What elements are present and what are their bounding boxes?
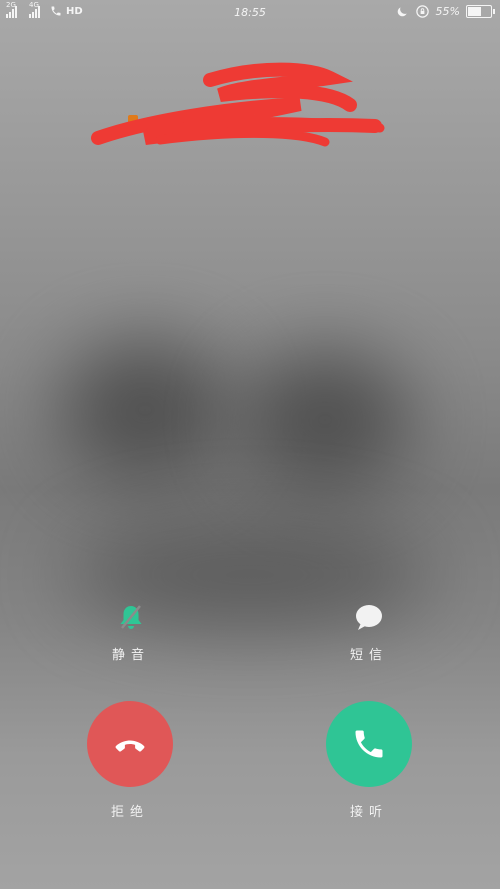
answer-label: 接听 bbox=[349, 805, 388, 820]
blurred-wallpaper-shape bbox=[60, 340, 230, 480]
battery-percent: 55% bbox=[435, 5, 460, 18]
incoming-call-screen: 2G 4G HD 18:55 55% 静音 短信 拒绝 接听 bbox=[0, 0, 500, 889]
status-right-group: 55% bbox=[395, 4, 495, 19]
phone-hangup-icon bbox=[115, 740, 145, 752]
answer-button[interactable]: 接听 bbox=[309, 701, 429, 820]
decline-circle[interactable] bbox=[87, 701, 173, 787]
bell-off-icon bbox=[116, 602, 146, 632]
phone-icon bbox=[355, 730, 383, 758]
moon-icon bbox=[397, 6, 407, 16]
message-label: 短信 bbox=[349, 648, 388, 663]
answer-circle[interactable] bbox=[326, 701, 412, 787]
mute-button[interactable]: 静音 bbox=[81, 602, 181, 663]
message-button[interactable]: 短信 bbox=[319, 602, 419, 663]
rotation-lock-icon bbox=[415, 5, 429, 18]
battery-icon bbox=[466, 5, 495, 18]
decline-label: 拒绝 bbox=[110, 805, 149, 820]
decline-button[interactable]: 拒绝 bbox=[70, 701, 190, 820]
chat-bubble-icon bbox=[354, 602, 384, 632]
caller-name-redaction bbox=[91, 62, 385, 147]
status-bar: 2G 4G HD 18:55 55% bbox=[0, 0, 500, 26]
mute-label: 静音 bbox=[111, 648, 150, 663]
blurred-wallpaper-shape bbox=[240, 350, 410, 490]
